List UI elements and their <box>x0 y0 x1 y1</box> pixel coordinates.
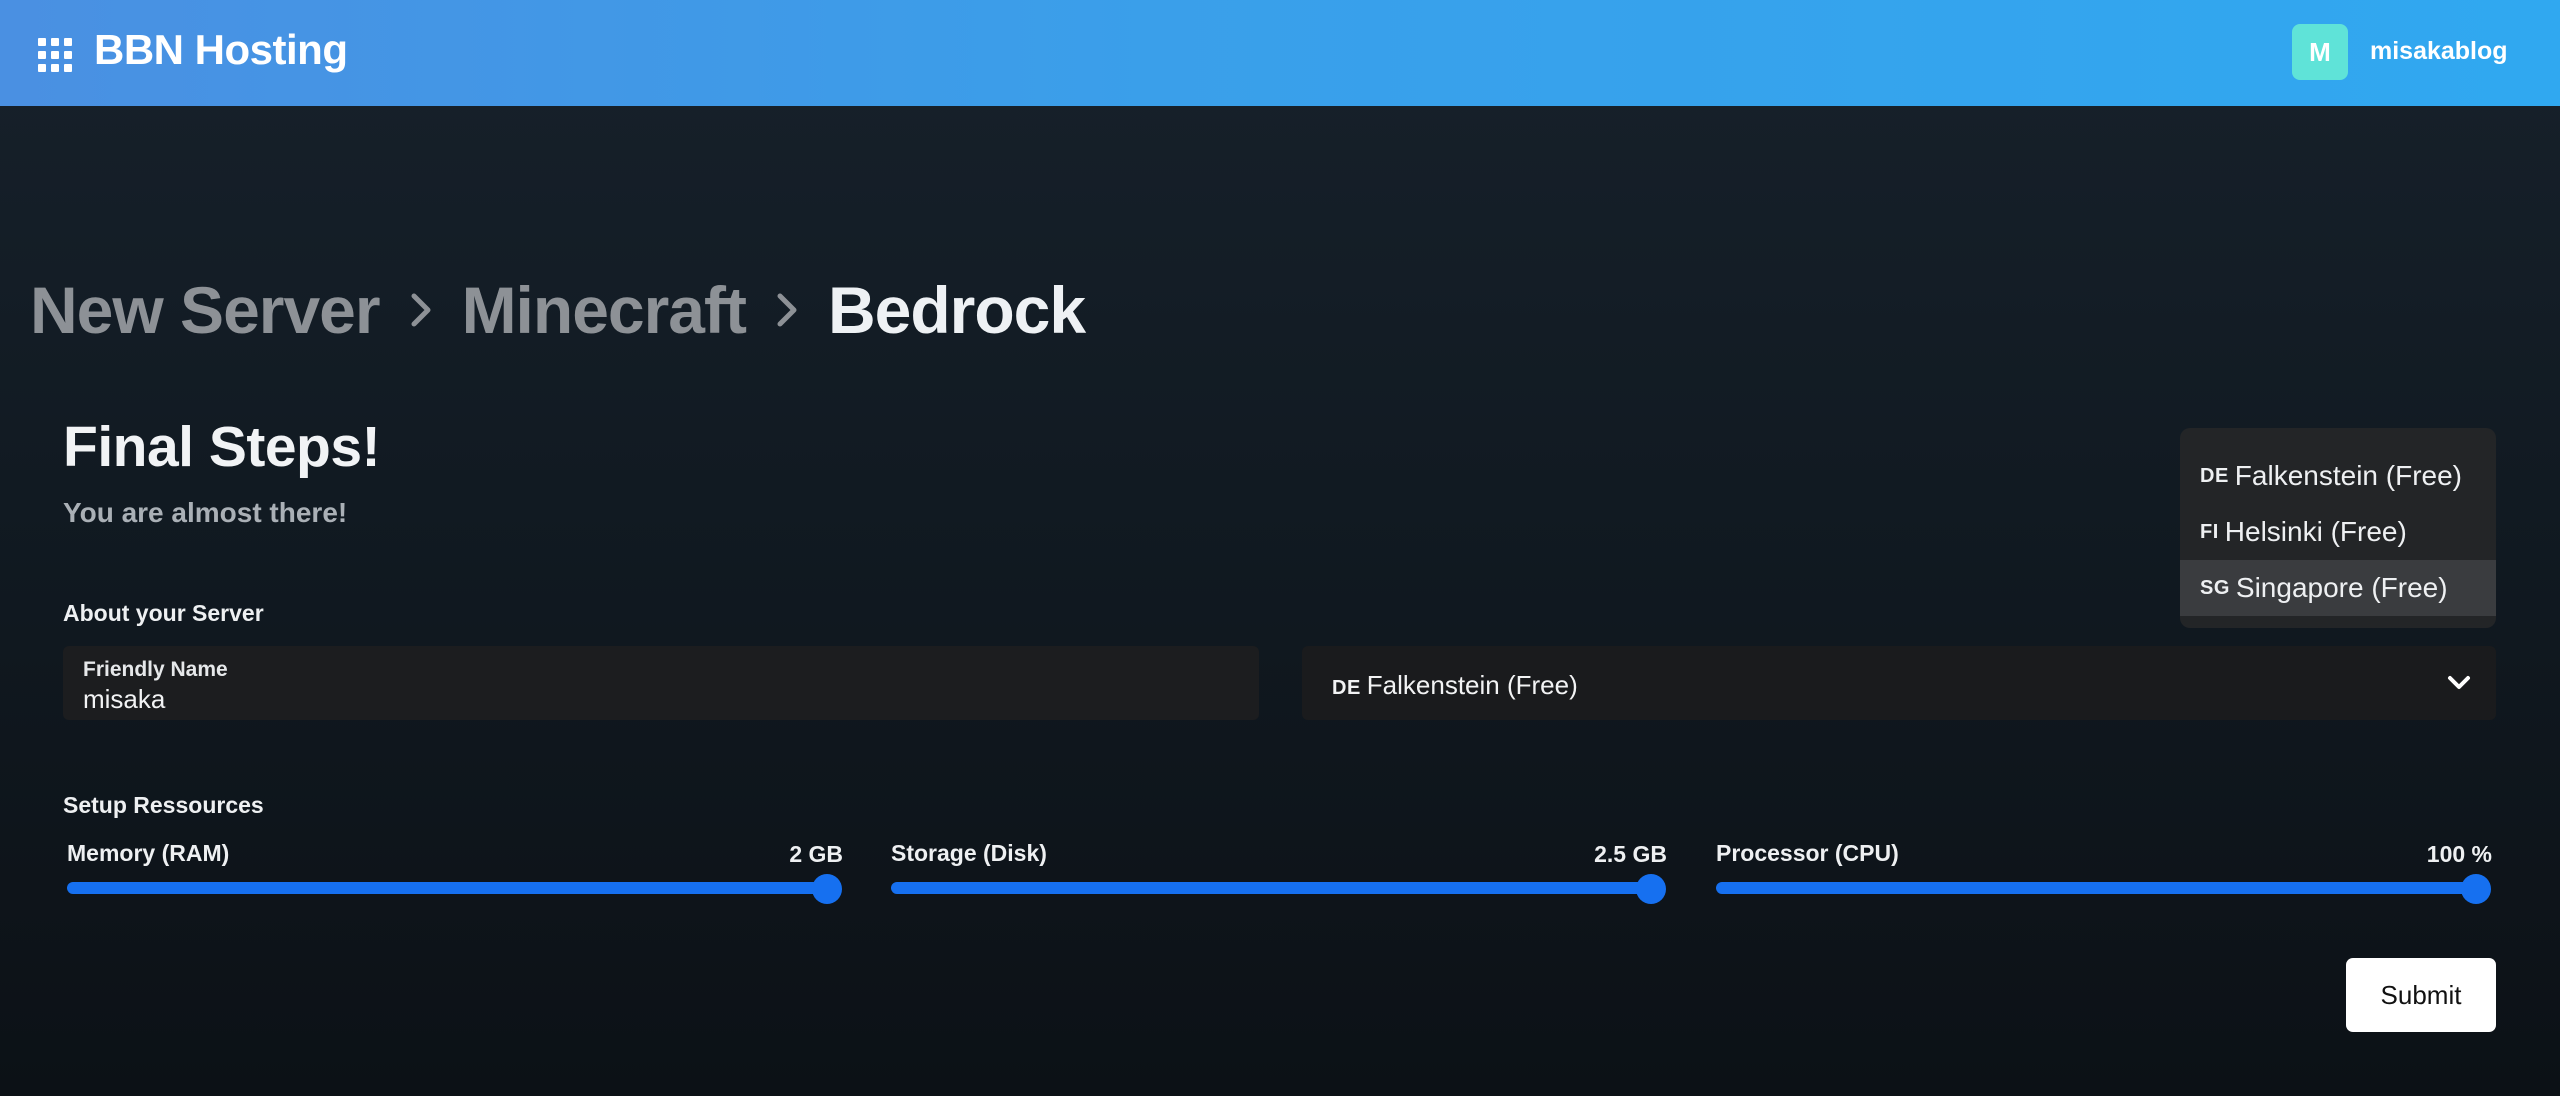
memory-thumb[interactable] <box>812 874 842 904</box>
memory-slider[interactable]: Memory (RAM) 2 GB <box>63 836 843 904</box>
location-option-helsinki[interactable]: FI Helsinki (Free) <box>2180 504 2496 560</box>
avatar[interactable]: M <box>2292 24 2348 80</box>
location-option-label: Falkenstein (Free) <box>2234 460 2462 491</box>
brand-name[interactable]: BBN Hosting <box>94 26 348 74</box>
cpu-thumb[interactable] <box>2461 874 2491 904</box>
storage-value: 2.5 GB <box>1594 841 1667 867</box>
breadcrumb-new-server[interactable]: New Server <box>30 272 381 348</box>
page-title: Final Steps! <box>63 415 381 479</box>
friendly-name-label: Friendly Name <box>83 658 228 681</box>
location-option-label: Helsinki (Free) <box>2224 516 2407 547</box>
cpu-value: 100 % <box>2426 841 2492 867</box>
flag-de: DE <box>2200 464 2229 487</box>
breadcrumb-minecraft[interactable]: Minecraft <box>462 272 747 348</box>
location-option-label: Singapore (Free) <box>2235 572 2448 603</box>
flag-fi: FI <box>2200 520 2219 543</box>
cpu-slider[interactable]: Processor (CPU) 100 % <box>1712 836 2492 904</box>
storage-slider[interactable]: Storage (Disk) 2.5 GB <box>887 836 1667 904</box>
location-select[interactable]: DE Falkenstein (Free) <box>1302 646 2496 720</box>
top-bar: BBN Hosting M misakablog <box>0 0 2560 106</box>
memory-value: 2 GB <box>789 841 843 867</box>
chevron-down-icon[interactable] <box>2446 670 2472 696</box>
chevron-right-icon <box>411 293 431 327</box>
cpu-track[interactable] <box>1716 882 2476 894</box>
about-section-label: About your Server <box>63 600 264 626</box>
chevron-right-icon <box>777 293 797 327</box>
location-dropdown-menu: DE Falkenstein (Free) FI Helsinki (Free) S… <box>2180 428 2496 628</box>
location-option-falkenstein[interactable]: DE Falkenstein (Free) <box>2180 448 2496 504</box>
username[interactable]: misakablog <box>2370 37 2508 66</box>
apps-grid-icon[interactable] <box>38 38 72 72</box>
submit-button[interactable]: Submit <box>2346 958 2496 1032</box>
location-selected-label: Falkenstein (Free) <box>1366 670 1578 700</box>
breadcrumb: New Server Minecraft Bedrock <box>30 270 1086 350</box>
location-select-value: DE Falkenstein (Free) <box>1332 670 1578 701</box>
storage-label: Storage (Disk) <box>891 840 1047 866</box>
memory-track[interactable] <box>67 882 827 894</box>
resources-section-label: Setup Ressources <box>63 792 264 818</box>
location-option-singapore[interactable]: SG Singapore (Free) <box>2180 560 2496 616</box>
friendly-name-input[interactable]: misaka <box>83 684 165 715</box>
flag-de: DE <box>1332 677 1361 699</box>
cpu-label: Processor (CPU) <box>1716 840 1899 866</box>
friendly-name-field[interactable]: Friendly Name misaka <box>63 646 1259 720</box>
page-subtitle: You are almost there! <box>63 497 348 528</box>
breadcrumb-bedrock: Bedrock <box>827 273 1086 347</box>
storage-track[interactable] <box>891 882 1651 894</box>
storage-thumb[interactable] <box>1636 874 1666 904</box>
flag-sg: SG <box>2200 576 2230 599</box>
memory-label: Memory (RAM) <box>67 840 230 866</box>
